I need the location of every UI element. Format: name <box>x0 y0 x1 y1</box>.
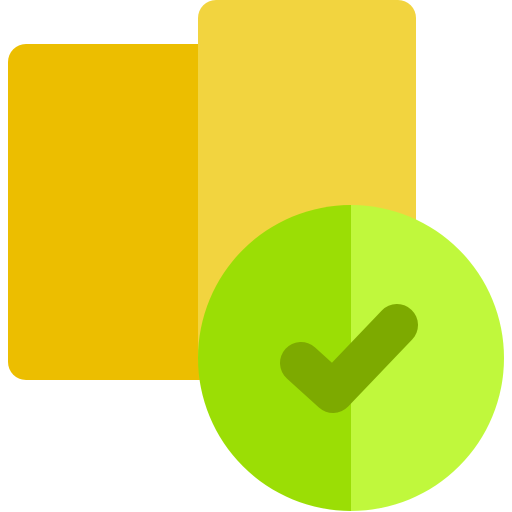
documents-approved-icon <box>8 0 504 511</box>
icon-canvas <box>0 0 512 512</box>
